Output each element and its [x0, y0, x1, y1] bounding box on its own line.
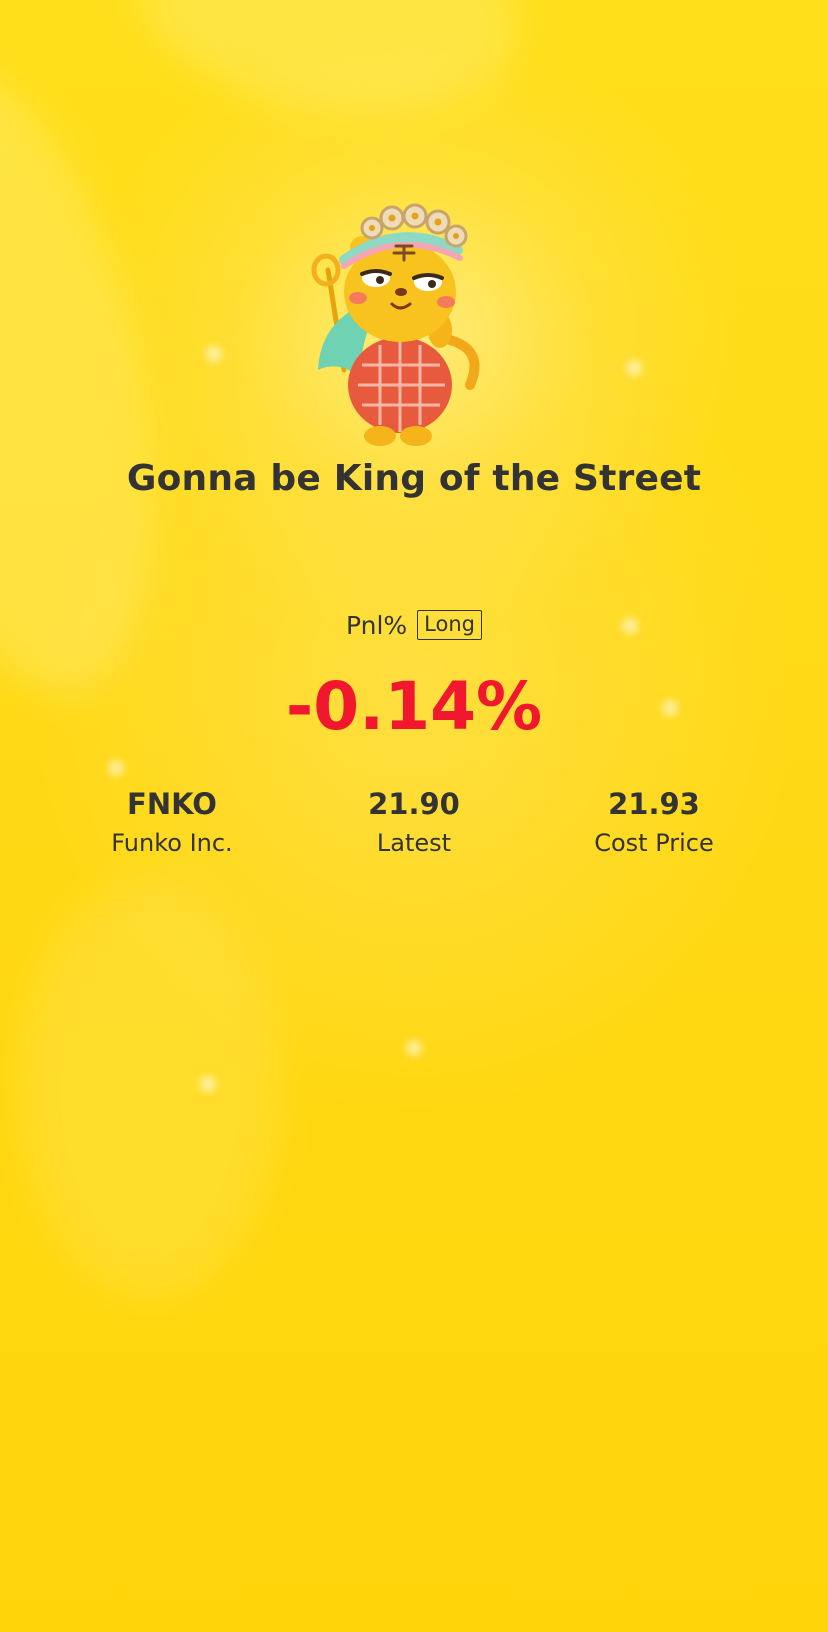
sparkle-decoration: [108, 760, 124, 776]
stat-symbol: FNKO Funko Inc.: [52, 786, 292, 860]
sparkle-decoration: [200, 1076, 216, 1092]
sparkle-decoration: [406, 1040, 422, 1056]
stat-cost: 21.93 Cost Price: [534, 786, 774, 860]
sparkle-decoration: [626, 360, 642, 376]
pnl-label: Pnl%: [345, 610, 408, 640]
latest-price-label: Latest: [376, 829, 452, 857]
background-swirl: [20, 880, 280, 1300]
tiger-king-mascot-icon: [300, 200, 500, 460]
position-direction-badge: Long: [417, 610, 482, 640]
cost-price-label: Cost Price: [594, 829, 714, 857]
pnl-percentage: -0.14%: [285, 668, 543, 745]
pnl-header: Pnl% Long: [0, 610, 828, 640]
background-swirl: [127, 0, 533, 136]
sparkle-decoration: [206, 346, 222, 362]
share-card-screen: Gonna be King of the Street Pnl% Long -0…: [0, 0, 828, 1632]
cost-price: 21.93: [608, 787, 700, 821]
stock-name: Funko Inc.: [111, 829, 233, 857]
headline-title: Gonna be King of the Street: [126, 458, 702, 499]
stock-symbol: FNKO: [127, 787, 217, 821]
stat-latest: 21.90 Latest: [294, 786, 534, 860]
latest-price: 21.90: [368, 787, 460, 821]
